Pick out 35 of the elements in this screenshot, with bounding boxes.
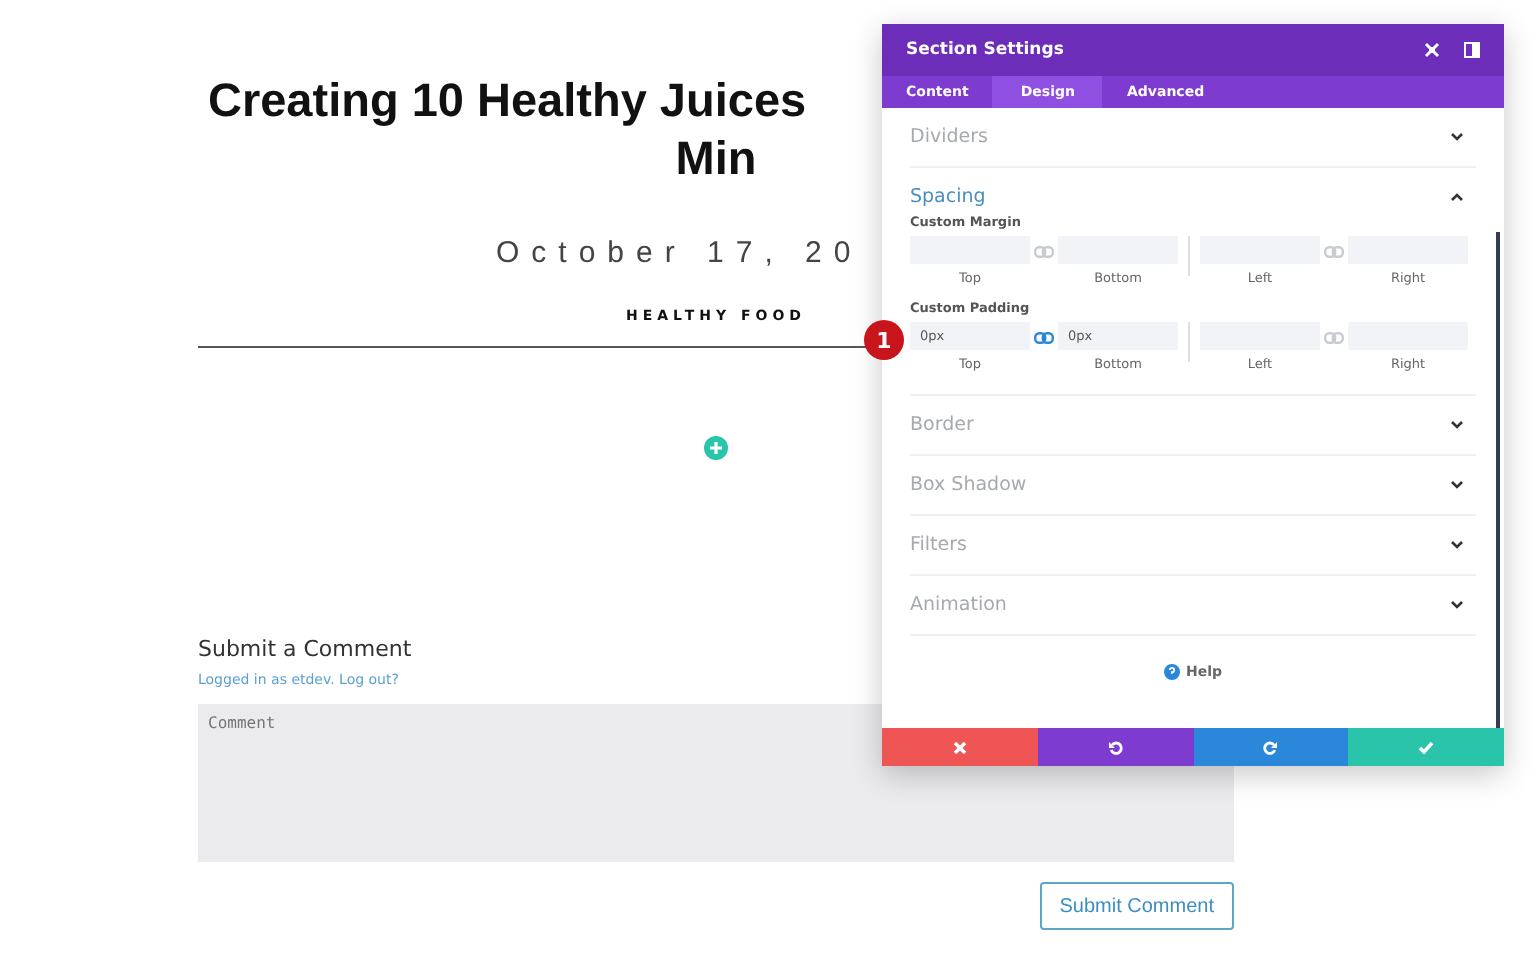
sidebar-icon[interactable] — [1464, 42, 1480, 58]
chevron-down-icon[interactable] — [1450, 420, 1464, 430]
checkmark-icon — [1418, 739, 1435, 755]
step-badge: 1 — [864, 320, 904, 360]
chevron-up-icon[interactable] — [1450, 192, 1464, 202]
undo-button[interactable] — [1037, 728, 1193, 766]
submit-comment-button[interactable]: Submit Comment — [1039, 882, 1234, 930]
undo-icon — [1107, 739, 1124, 755]
add-icon[interactable] — [704, 436, 728, 460]
chevron-down-icon[interactable] — [1450, 480, 1464, 490]
save-button[interactable] — [1348, 728, 1504, 766]
help-icon — [1163, 664, 1180, 680]
redo-button[interactable] — [1193, 728, 1349, 766]
chevron-down-icon[interactable] — [1450, 600, 1464, 610]
section-toggle[interactable]: Box Shadow — [910, 474, 1027, 496]
cancel-button[interactable] — [882, 728, 1038, 766]
link-icon[interactable] — [1034, 332, 1054, 344]
close-icon — [951, 739, 968, 755]
section-toggle[interactable]: Filters — [910, 534, 967, 556]
post-title: Min — [675, 130, 757, 188]
post-title: Creating 10 Healthy Juices — [208, 72, 807, 130]
comment-heading: Submit a Comment — [198, 636, 414, 662]
chevron-down-icon[interactable] — [1450, 132, 1464, 142]
link-icon[interactable] — [1324, 246, 1344, 258]
section-toggle[interactable]: Animation — [910, 594, 1007, 616]
link-icon[interactable] — [1324, 332, 1344, 344]
section-toggle[interactable]: Dividers — [910, 126, 988, 148]
link-icon[interactable] — [1034, 246, 1054, 258]
modal-title: Section Settings — [906, 40, 1064, 60]
post-date: October 17, 20 — [496, 236, 863, 270]
section-toggle[interactable]: Border — [910, 414, 974, 436]
section-toggle[interactable]: Spacing — [910, 186, 986, 208]
redo-icon — [1262, 739, 1279, 755]
expand-icon[interactable] — [1424, 42, 1440, 58]
chevron-down-icon[interactable] — [1450, 540, 1464, 550]
